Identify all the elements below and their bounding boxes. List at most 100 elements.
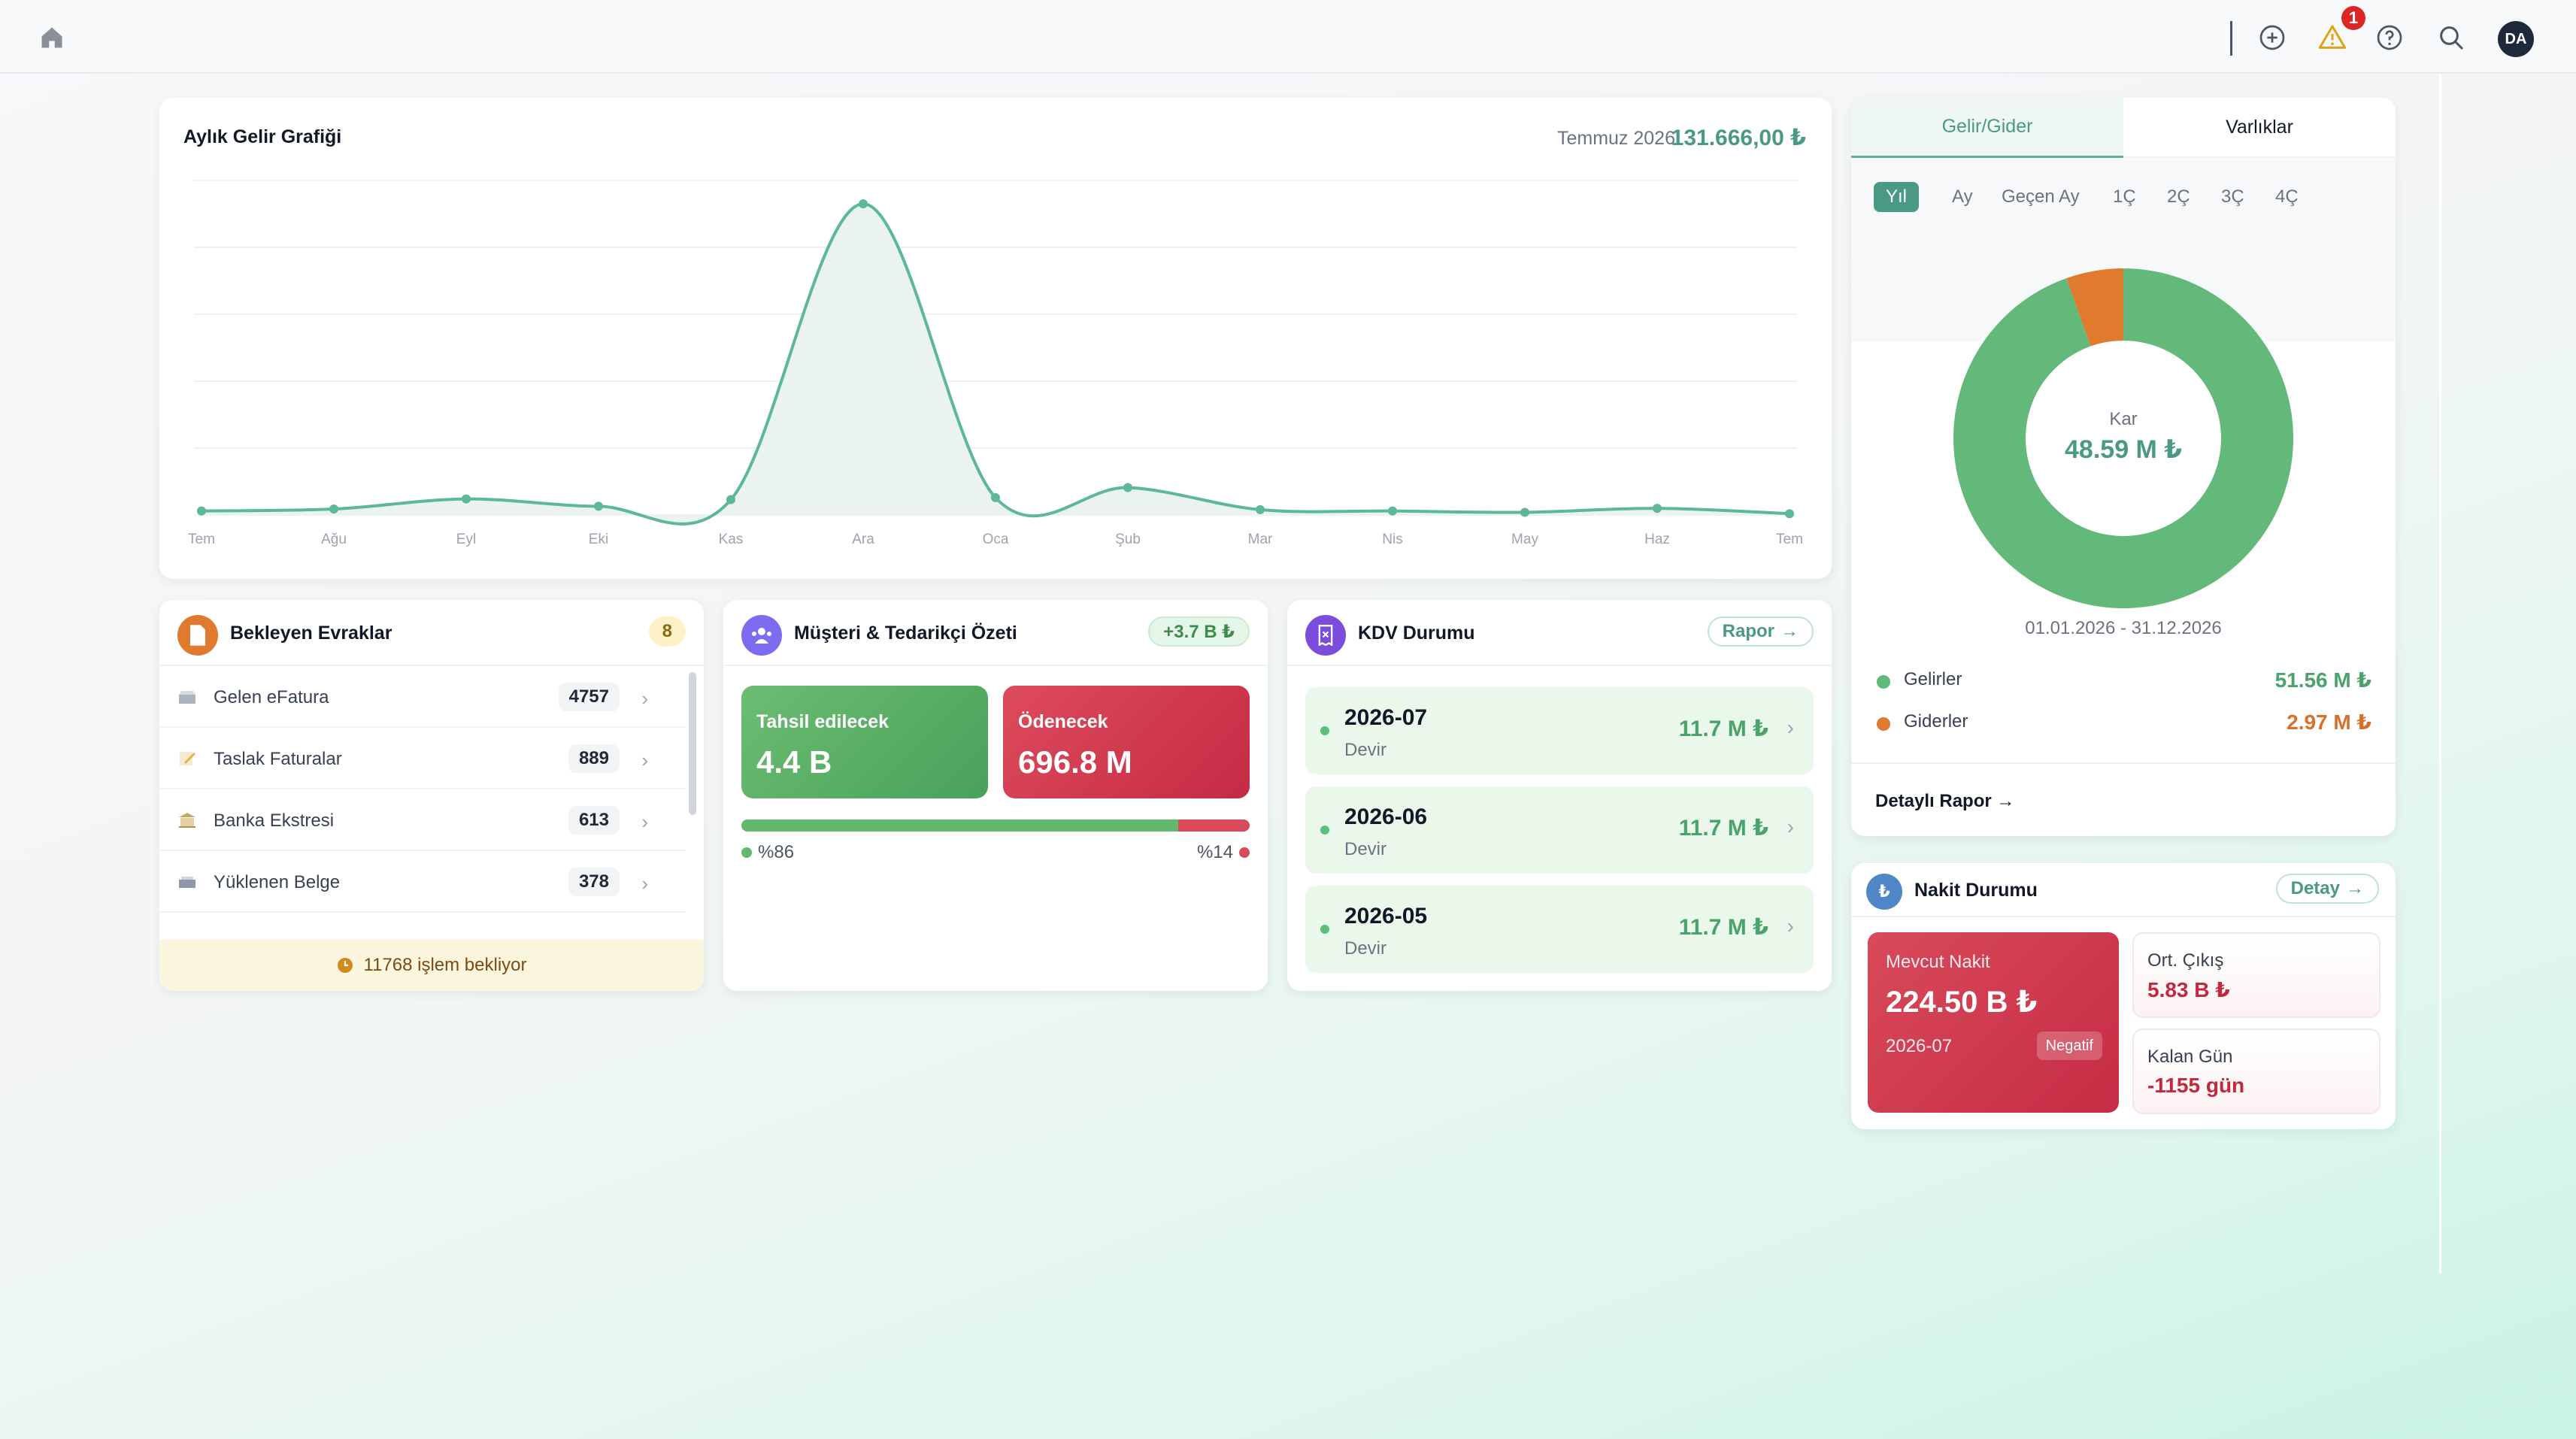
- cash-header: ₺ Nakit Durumu Detay →: [1851, 863, 2396, 917]
- legend-income: Gelirler 51.56 M ₺: [1875, 666, 2371, 696]
- data-point[interactable]: [859, 199, 868, 209]
- home-icon[interactable]: [38, 24, 66, 51]
- kdv-row[interactable]: 2026-07 Devir 11.7 M ₺ ›: [1305, 687, 1814, 774]
- income-dot: [1877, 675, 1890, 689]
- doc-count: 378: [568, 868, 620, 896]
- data-point[interactable]: [329, 504, 338, 513]
- kdv-report-label: Rapor: [1722, 621, 1774, 641]
- data-point[interactable]: [1388, 506, 1397, 516]
- revenue-chart-card: Tem Ağu Eyl Eki Kas Ara Oca Şub Mar Nis May Haz Tem …: [159, 98, 1832, 579]
- pending-docs-title: Bekleyen Evraklar: [230, 623, 392, 644]
- status-dot: [1320, 925, 1329, 934]
- chevron-right-icon: ›: [1787, 716, 1794, 739]
- warning-icon[interactable]: [2317, 23, 2347, 53]
- alert-count-badge: 1: [2341, 6, 2365, 30]
- data-point[interactable]: [1653, 504, 1662, 513]
- x-tick-label: Tem: [1776, 532, 1803, 547]
- kdv-amount: 11.7 M ₺: [1678, 816, 1768, 841]
- doc-count: 889: [568, 744, 620, 773]
- doc-label: Taslak Faturalar: [214, 749, 342, 769]
- doc-row-banka-ekstresi[interactable]: Banka Ekstresi 613 ›: [159, 789, 686, 851]
- x-tick-label: Eki: [589, 532, 608, 547]
- x-tick-label: Ara: [852, 532, 874, 547]
- receivable-tile[interactable]: Tahsil edilecek 4.4 B: [741, 686, 988, 798]
- inbox-tray-icon: [179, 691, 195, 704]
- payable-tile[interactable]: Ödenecek 696.8 M: [1003, 686, 1250, 798]
- data-point[interactable]: [462, 494, 471, 504]
- data-point[interactable]: [1123, 483, 1132, 492]
- top-bar: 1 DA: [0, 0, 2576, 74]
- data-point[interactable]: [594, 501, 603, 511]
- current-cash-tile[interactable]: Mevcut Nakit 224.50 B ₺ 2026-07 Negatif: [1868, 932, 2119, 1113]
- doc-row-yuklenen-belge[interactable]: Yüklenen Belge 378 ›: [159, 851, 686, 913]
- doc-label: Yüklenen Belge: [214, 872, 341, 892]
- cash-detail-label: Detay: [2290, 878, 2340, 898]
- avg-outflow-label: Ort. Çıkış: [2147, 950, 2224, 971]
- receivable-pct: %86: [741, 842, 794, 863]
- document-icon: [177, 615, 218, 656]
- data-point[interactable]: [1520, 507, 1529, 517]
- payable-pct: %14: [1197, 842, 1250, 863]
- chevron-right-icon: ›: [641, 872, 648, 895]
- status-dot: [1320, 726, 1329, 735]
- doc-count: 613: [568, 806, 620, 835]
- data-point[interactable]: [1785, 509, 1794, 519]
- help-icon[interactable]: [2374, 23, 2405, 53]
- divider: [1851, 762, 2396, 764]
- cash-title: Nakit Durumu: [1914, 880, 2038, 901]
- receivable-value: 4.4 B: [756, 744, 832, 780]
- doc-list-scrollbar[interactable]: [689, 672, 696, 815]
- arrow-right-icon: →: [2346, 878, 2364, 898]
- x-tick-label: Oca: [983, 532, 1009, 547]
- kdv-row[interactable]: 2026-06 Devir 11.7 M ₺ ›: [1305, 786, 1814, 874]
- x-tick-label: Eyl: [456, 532, 476, 547]
- arrow-right-icon: →: [1996, 791, 2015, 811]
- net-balance-badge: +3.7 B ₺: [1148, 616, 1250, 647]
- data-point[interactable]: [1256, 504, 1265, 514]
- status-dot: [1320, 826, 1329, 835]
- data-point[interactable]: [197, 506, 206, 516]
- detailed-report-label: Detaylı Rapor: [1875, 791, 1992, 811]
- legend-income-value: 51.56 M ₺: [2274, 668, 2371, 692]
- user-avatar[interactable]: DA: [2498, 21, 2534, 57]
- kdv-amount: 11.7 M ₺: [1678, 915, 1768, 940]
- x-tick-label: Mar: [1248, 532, 1273, 547]
- current-cash-label: Mevcut Nakit: [1886, 952, 1990, 972]
- legend-expense-value: 2.97 M ₺: [2287, 710, 2371, 734]
- kdv-row[interactable]: 2026-05 Devir 11.7 M ₺ ›: [1305, 886, 1814, 973]
- current-cash-value: 224.50 B ₺: [1886, 986, 2038, 1019]
- pending-total-text: 11768 işlem bekliyor: [363, 955, 527, 975]
- data-point[interactable]: [726, 495, 735, 504]
- doc-row-taslak-faturalar[interactable]: Taslak Faturalar 889 ›: [159, 728, 686, 789]
- receivable-pct-text: %86: [758, 842, 795, 862]
- kdv-status: Devir: [1344, 938, 1387, 959]
- date-range: 01.01.2026 - 31.12.2026: [2025, 618, 2222, 638]
- receivable-share-bar: [741, 819, 1179, 832]
- clock-icon: [337, 958, 353, 973]
- chart-total: 131.666,00 ₺: [1671, 126, 1806, 150]
- expense-dot: [1877, 717, 1890, 731]
- doc-row-gelen-efatura[interactable]: Gelen eFatura 4757 ›: [159, 666, 686, 728]
- payable-value: 696.8 M: [1018, 744, 1132, 780]
- cash-detail-button[interactable]: Detay →: [2275, 874, 2379, 904]
- toolbar-separator: [2230, 21, 2232, 56]
- users-icon: [741, 615, 782, 656]
- days-left-tile: Kalan Gün -1155 gün: [2132, 1029, 2381, 1114]
- days-left-value: -1155 gün: [2147, 1074, 2245, 1097]
- memo-icon: [180, 752, 195, 765]
- detailed-report-link[interactable]: Detaylı Rapor →: [1875, 791, 2014, 812]
- kdv-title: KDV Durumu: [1358, 623, 1475, 644]
- search-icon[interactable]: [2436, 23, 2466, 53]
- legend-income-name: Gelirler: [1904, 669, 1962, 689]
- add-circle-icon[interactable]: [2257, 23, 2287, 53]
- chevron-right-icon: ›: [641, 749, 648, 771]
- kdv-period: 2026-05: [1344, 904, 1428, 929]
- receipt-icon: [1305, 615, 1346, 656]
- kdv-report-button[interactable]: Rapor →: [1707, 616, 1814, 647]
- lira-icon: ₺: [1866, 874, 1902, 910]
- pending-docs-card: Bekleyen Evraklar 8 Gelen eFatura 4757 ›…: [159, 600, 704, 991]
- kdv-period: 2026-07: [1344, 705, 1428, 730]
- chevron-right-icon: ›: [641, 810, 648, 833]
- chevron-right-icon: ›: [641, 687, 648, 710]
- data-point[interactable]: [991, 492, 1000, 502]
